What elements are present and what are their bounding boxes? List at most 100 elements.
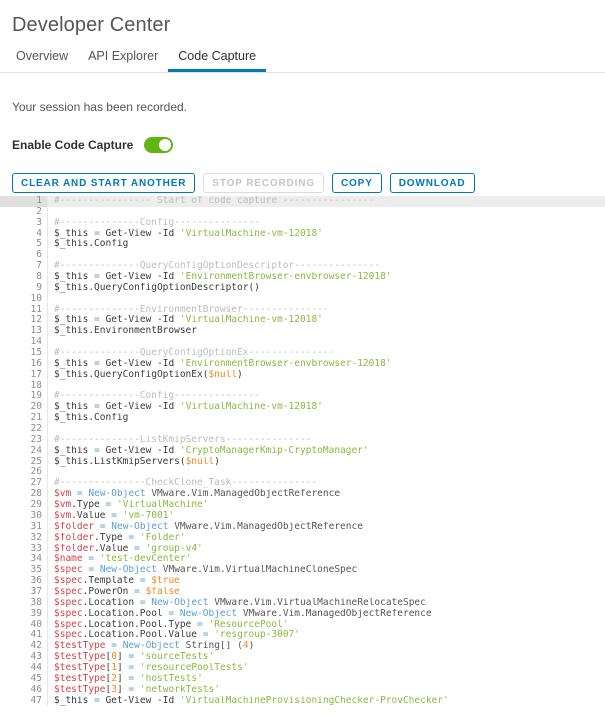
code-token-str: 'VirtualMachine-vm-12018' [179,228,323,239]
code-line[interactable]: 45 $testType[2] = 'hostTests' [0,673,605,685]
code-token-const: $null [185,456,215,467]
code-line-text: $testType = New-Object String[] (4) [48,641,605,652]
code-token-var: $spec [54,565,83,576]
code-token-this: $_this.Config [54,413,129,424]
code-line[interactable]: 40 $spec.Location.Pool.Type = 'ResourcePo… [0,619,605,631]
action-button-row: CLEAR AND START ANOTHER STOP RECORDING COP… [12,173,593,193]
code-token-const: $true [151,576,180,587]
code-token-prop: .Location.Pool.Value [82,630,197,641]
code-line[interactable]: 3 #--------------Config--------------- [0,217,605,229]
code-token-var: $vm [54,489,72,500]
code-line-text: $vm.Value = 'vm-7001' [48,511,605,522]
code-line[interactable]: 16 $_this = Get-View -Id 'EnvironmentBrow… [0,358,605,370]
code-line-text: $folder = New-Object VMware.Vim.ManagedO… [48,522,605,533]
code-line[interactable]: 32 $folder.Type = 'Folder' [0,532,605,544]
code-line[interactable]: 23 #--------------ListKmipServers--------… [0,434,605,446]
code-line[interactable]: 7 #--------------QueryConfigOptionDescrip… [0,260,605,273]
code-token-this: $_this [54,315,89,326]
code-line[interactable]: 2 [0,206,605,218]
code-line[interactable]: 24 $_this = Get-View -Id 'CryptoManagerKm… [0,445,605,457]
code-token-var: $vm [54,500,72,511]
code-line-text: $spec.Location.Pool = New-Object VMware.… [48,609,605,620]
code-token-str: 'test-devCenter' [99,554,192,565]
code-line[interactable]: 39 $spec.Location.Pool = New-Object VMwar… [0,608,605,620]
code-line[interactable]: 43 $testType[0] = 'sourceTests' [0,651,605,663]
code-line[interactable]: 26 [0,467,605,479]
code-line[interactable]: 10 [0,293,605,305]
code-line-text: #--------------EnvironmentBrowser-------… [48,305,605,316]
code-line[interactable]: 22 [0,423,605,435]
code-line[interactable]: 46 $testType[3] = 'networkTests' [0,684,605,696]
code-line-text: #--------------QueryConfigOptionEx------… [48,348,605,359]
code-line[interactable]: 6 [0,249,605,262]
code-line[interactable]: 37 $spec.PowerOn = $false [0,586,605,598]
code-line[interactable]: 8 $_this = Get-View -Id 'EnvironmentBrows… [0,271,605,283]
code-token-cmd: Get-View -Id [105,315,180,326]
code-line[interactable]: 33 $folder.Value = 'group-v4' [0,543,605,555]
code-line[interactable]: 11 #--------------EnvironmentBrowser-----… [0,304,605,316]
code-line[interactable]: 41 $spec.Location.Pool.Value = 'resgroup-… [0,630,605,642]
code-line[interactable]: 20 $_this = Get-View -Id 'VirtualMachine-… [0,401,605,414]
code-line[interactable]: 28 $vm = New-Object VMware.Vim.ManagedObj… [0,488,605,501]
code-line[interactable]: 4 $_this = Get-View -Id 'VirtualMachine-v… [0,228,605,240]
code-token-prop: .Value [94,543,129,554]
code-line[interactable]: 42 $testType = New-Object String[] (4) [0,640,605,653]
code-line[interactable]: 36 $spec.Template = $true [0,575,605,587]
code-line[interactable]: 14 [0,336,605,349]
code-line[interactable]: 30 $vm.Value = 'vm-7001' [0,510,605,522]
code-token-this: $_this [54,402,89,413]
code-token-str: 'resgroup-3007' [214,630,300,641]
code-line[interactable]: 18 [0,380,605,392]
code-token-var: $testType [54,652,106,663]
code-line[interactable]: 15 #--------------QueryConfigOptionEx----… [0,347,605,359]
code-line[interactable]: 31 $folder = New-Object VMware.Vim.Manage… [0,521,605,533]
code-line[interactable]: 17 $_this.QueryConfigOptionEx($null) [0,369,605,381]
code-token-cmt: #--------------ListKmipServers----------… [54,434,312,445]
code-token-str: 'group-v4' [145,543,203,554]
code-line[interactable]: 19 #--------------Config--------------- [0,391,605,403]
code-token-cmd: Get-View -Id [105,272,180,283]
enable-code-capture-toggle[interactable] [144,137,174,153]
code-token-cmt: #--------------QueryConfigOptionEx------… [54,348,335,359]
copy-button[interactable]: COPY [331,173,382,193]
tab-code-capture[interactable]: Code Capture [168,49,267,72]
line-number: 47 [0,695,48,707]
code-line-text: $_this.Config [48,239,605,250]
code-line[interactable]: 25 $_this.ListKmipServers($null) [0,456,605,468]
code-token-var: $testType [54,684,106,695]
tab-api-explorer[interactable]: API Explorer [78,49,168,72]
code-token-str: 'VirtualMachine' [116,500,209,511]
code-line[interactable]: 47 $_this = Get-View -Id 'VirtualMachineP… [0,695,605,707]
code-line[interactable]: 21 $_this.Config [0,412,605,425]
code-token-this: $_this [54,358,89,369]
clear-and-start-another-button[interactable]: CLEAR AND START ANOTHER [12,173,196,193]
code-line[interactable]: 12 $_this = Get-View -Id 'VirtualMachine-… [0,315,605,327]
code-line[interactable]: 13 $_this.EnvironmentBrowser [0,325,605,338]
code-line[interactable]: 44 $testType[1] = 'resourcePoolTests' [0,662,605,674]
code-token-var: $name [54,554,83,565]
code-line-text: $vm = New-Object VMware.Vim.ManagedObjec… [48,489,605,500]
code-line[interactable]: 38 $spec.Location = New-Object VMware.Vim… [0,597,605,609]
code-token-kw: New-Object [179,608,238,619]
code-token-this: $_this [54,695,89,706]
code-capture-editor[interactable]: 1 #---------------- Start of code capture… [0,196,605,714]
code-token-cmt: #--------------Config--------------- [54,391,260,402]
code-line[interactable]: 9 $_this.QueryConfigOptionDescriptor() [0,282,605,294]
tab-overview[interactable]: Overview [6,49,78,72]
code-line-text: $_this = Get-View -Id 'VirtualMachine-vm… [48,229,605,240]
code-line[interactable]: 27 #---------------CheckClone_Task-------… [0,477,605,490]
code-token-var: $spec [54,576,83,587]
code-line-text: $_this = Get-View -Id 'EnvironmentBrowse… [48,359,605,370]
code-token-var: $spec [54,586,83,597]
code-line[interactable]: 5 $_this.Config [0,239,605,251]
code-line[interactable]: 1 #---------------- Start of code capture… [0,196,605,207]
code-token-kw: New-Object [122,641,180,652]
code-line[interactable]: 35 $spec = New-Object VMware.Vim.VirtualM… [0,564,605,577]
code-line-text: $spec.Location.Pool.Value = 'resgroup-30… [48,630,605,641]
code-line[interactable]: 29 $vm.Type = 'VirtualMachine' [0,499,605,511]
code-token-str: 'CryptoManagerKmip-CryptoManager' [179,445,369,456]
page-title: Developer Center [12,14,171,36]
code-line[interactable]: 34 $name = 'test-devCenter' [0,553,605,566]
download-button[interactable]: DOWNLOAD [389,173,475,193]
